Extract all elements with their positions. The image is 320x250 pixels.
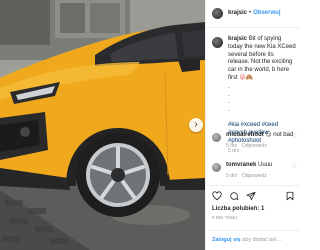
login-prompt-text: aby dodać pol... <box>240 237 282 243</box>
next-arrow-icon[interactable]: › <box>189 118 203 132</box>
separator-dot: • <box>249 9 252 16</box>
caption-username[interactable]: krajsic <box>228 36 247 42</box>
reply-button[interactable]: Odpowiedz <box>242 173 267 180</box>
comment-item: tomvranek Uuuu 5 dni Odpowiedz ♡ <box>206 162 301 179</box>
comment-like-icon[interactable]: ♡ <box>292 164 297 172</box>
actions-divider <box>206 185 301 186</box>
post-actions <box>206 190 301 202</box>
caption-avatar[interactable] <box>212 37 223 48</box>
caption-emoji: 😜🙈 <box>239 74 254 81</box>
comment-icon[interactable] <box>229 191 239 201</box>
heart-icon[interactable] <box>212 191 222 201</box>
follow-button[interactable]: Obserwuj <box>253 10 280 18</box>
reply-button[interactable]: Odpowiedz <box>242 143 267 150</box>
login-link[interactable]: Zaloguj się <box>212 237 241 243</box>
author-username[interactable]: krajsic <box>228 10 247 18</box>
instagram-post-view: › krajsic • Obserwuj krajsic Bit of spyi… <box>0 0 301 250</box>
comment-time: 5 dni <box>226 172 237 179</box>
comment-text: Uuuu <box>258 162 273 168</box>
comment-text: 😏 not bad <box>265 132 294 138</box>
comment-item: michalrehout 😏 not bad 5 dni Odpowiedz ♡ <box>206 132 301 149</box>
post-photo[interactable]: › <box>0 0 205 250</box>
car-illustration <box>0 0 205 250</box>
post-side-panel: krajsic • Obserwuj krajsic Bit of spying… <box>205 0 301 250</box>
likes-count[interactable]: Liczba polubień: 1 <box>212 206 264 214</box>
author-avatar[interactable] <box>212 8 223 19</box>
bookmark-icon[interactable] <box>285 191 295 201</box>
comment-username[interactable]: tomvranek <box>226 162 256 168</box>
comment-username[interactable]: michalrehout <box>226 132 264 138</box>
comment-avatar[interactable] <box>212 133 221 142</box>
post-header: krajsic • Obserwuj <box>206 0 300 28</box>
post-date: 5 DNI TEMU <box>212 215 238 220</box>
comment-avatar[interactable] <box>212 163 221 172</box>
caption-meta: 5 dni <box>228 148 239 155</box>
comment-time: 5 dni <box>226 142 237 149</box>
share-icon[interactable] <box>246 191 256 201</box>
comment-like-icon[interactable]: ♡ <box>292 134 297 142</box>
login-prompt: Zaloguj się aby dodać pol... <box>206 230 301 250</box>
caption-dots: . . . . <box>228 83 230 114</box>
